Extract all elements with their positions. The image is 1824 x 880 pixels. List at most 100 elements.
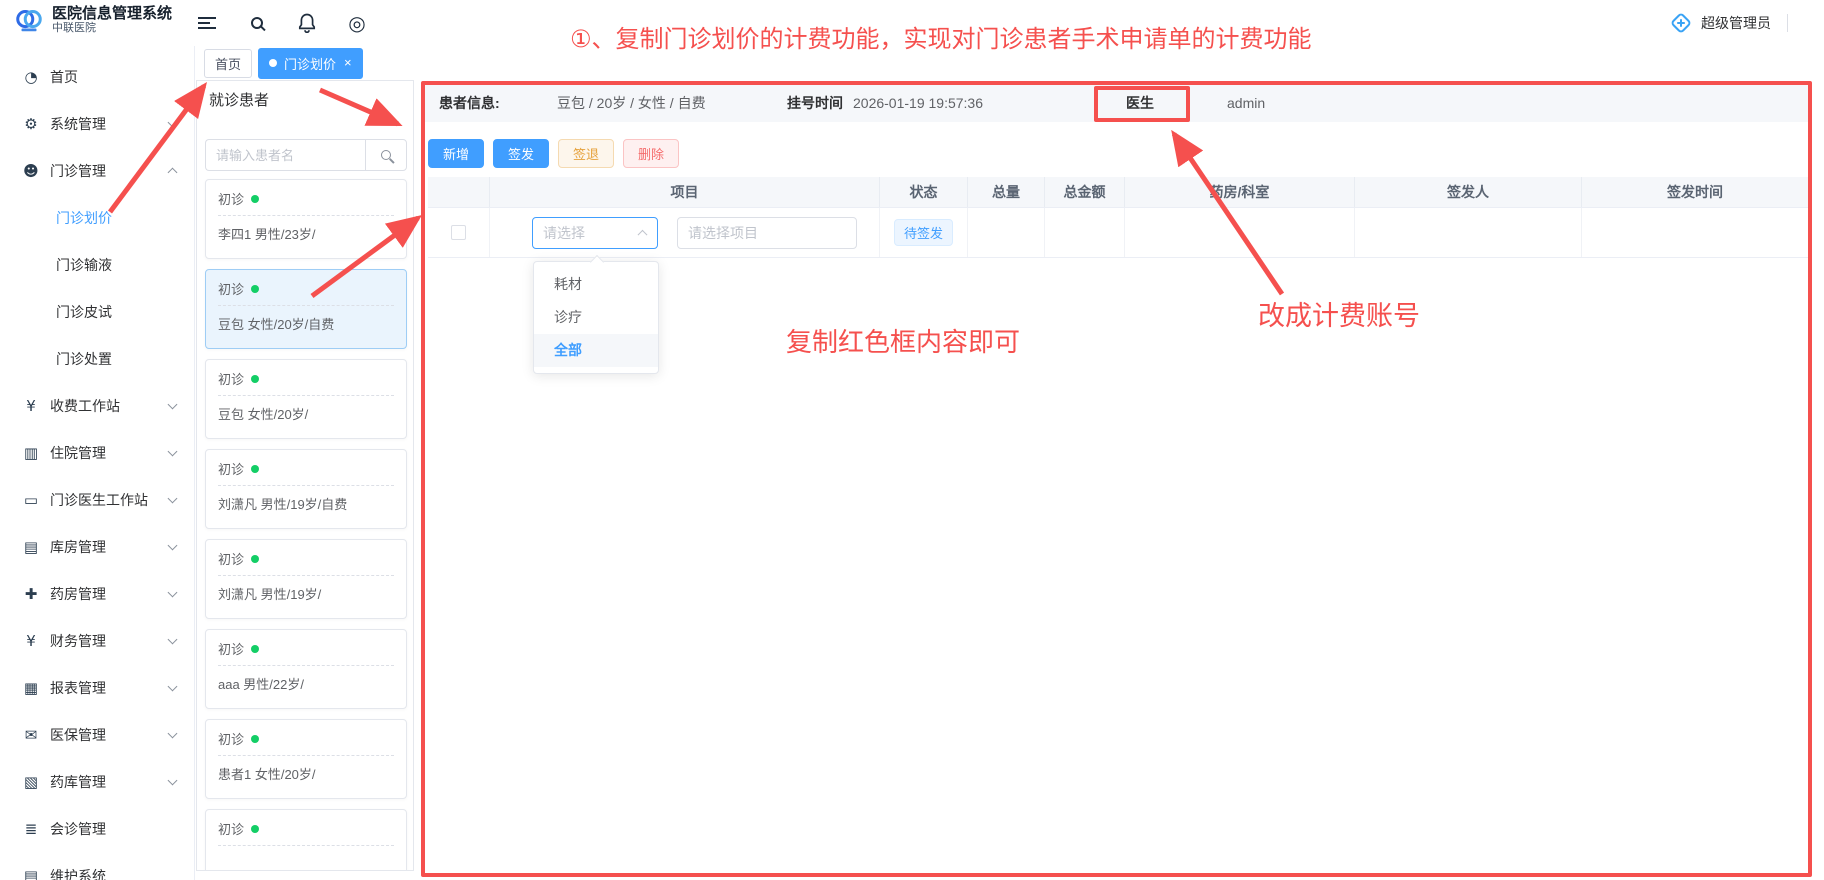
reg-time-label: 挂号时间: [787, 84, 843, 122]
patient-search-button[interactable]: [365, 139, 407, 171]
sidebar-item-warehouse-mgmt[interactable]: ▤库房管理: [0, 523, 194, 570]
dropdown-option-consumable[interactable]: 耗材: [534, 268, 658, 301]
sidebar-item-inpatient-mgmt[interactable]: ▥住院管理: [0, 429, 194, 476]
sidebar-subitem-outpatient-skin-test[interactable]: 门诊皮试: [0, 288, 194, 335]
col-item: 项目: [490, 177, 880, 207]
col-issuer: 签发人: [1355, 177, 1582, 207]
issue-button[interactable]: 签发: [493, 139, 549, 168]
patient-info-bar: 患者信息: 豆包 / 20岁 / 女性 / 自费 挂号时间 2026-01-19…: [425, 84, 1808, 122]
sidebar-item-charging-station[interactable]: ¥收费工作站: [0, 382, 194, 429]
chevron-down-icon: [168, 446, 178, 456]
top-bar: 医院信息管理系统 中联医院 ◎ 超级管理员: [0, 0, 1824, 46]
tab-home[interactable]: 首页: [204, 49, 252, 78]
patient-list-panel: 就诊患者 初诊 李四1 男性/23岁/ 初诊 豆包 女性/20岁/自费 初诊 豆…: [196, 80, 414, 871]
status-dot: [251, 555, 259, 563]
image-icon: ▧: [22, 773, 40, 791]
chevron-down-icon: [168, 681, 178, 691]
tab-outpatient-pricing[interactable]: 门诊划价 ×: [258, 48, 363, 79]
dropdown-option-treatment[interactable]: 诊疗: [534, 301, 658, 334]
logo-icon: [14, 5, 44, 35]
bell-icon[interactable]: [296, 12, 318, 34]
sidebar-item-finance-mgmt[interactable]: ¥财务管理: [0, 617, 194, 664]
active-tab-dot: [269, 59, 277, 67]
doctor-label: 医生: [1126, 84, 1154, 122]
patient-info-value: 豆包 / 20岁 / 女性 / 自费: [557, 84, 706, 122]
sidebar-item-outpatient-mgmt[interactable]: ☻门诊管理: [0, 147, 194, 194]
menu-collapse-icon[interactable]: [196, 12, 218, 34]
chevron-down-icon: [168, 493, 178, 503]
billing-table: 项目 状态 总量 总金额 药房/科室 签发人 签发时间 请选择 待签发: [428, 177, 1808, 258]
sidebar-item-pharmacy-mgmt[interactable]: ✚药房管理: [0, 570, 194, 617]
chevron-up-icon: [638, 229, 648, 239]
status-dot: [251, 645, 259, 653]
sidebar-item-system-mgmt[interactable]: ⚙系统管理: [0, 100, 194, 147]
yen-icon: ¥: [22, 632, 40, 650]
chevron-down-icon: [168, 587, 178, 597]
patient-card[interactable]: 初诊 刘潇凡 男性/19岁/自费: [205, 449, 407, 529]
col-checkbox: [428, 177, 490, 207]
pharmacy-cross-icon: ✚: [22, 585, 40, 603]
sidebar-subitem-outpatient-pricing[interactable]: 门诊划价: [0, 194, 194, 241]
col-issue-time: 签发时间: [1582, 177, 1808, 207]
dropdown-option-all[interactable]: 全部: [534, 334, 658, 367]
chevron-down-icon: [168, 540, 178, 550]
sidebar-subitem-outpatient-infusion[interactable]: 门诊输液: [0, 241, 194, 288]
sidebar-item-doctor-station[interactable]: ▭门诊医生工作站: [0, 476, 194, 523]
medical-cross-icon: [1669, 11, 1693, 35]
doctor-value: admin: [1227, 84, 1265, 122]
sidebar-item-insurance-mgmt[interactable]: ✉医保管理: [0, 711, 194, 758]
reg-time-value: 2026-01-19 19:57:36: [853, 84, 983, 122]
gear-icon: ⚙: [22, 115, 40, 133]
dashboard-icon: ◔: [22, 68, 40, 86]
patient-card[interactable]: 初诊 刘潇凡 男性/19岁/: [205, 539, 407, 619]
settings-icon[interactable]: ◎: [346, 12, 368, 34]
list-icon: ≣: [22, 820, 40, 838]
status-dot: [251, 375, 259, 383]
user-badge[interactable]: 超级管理员: [1669, 0, 1788, 46]
patient-card[interactable]: 初诊: [205, 809, 407, 871]
chevron-down-icon: [168, 117, 178, 127]
toolbar: 新增 签发 签退 删除: [428, 139, 688, 168]
status-dot: [251, 735, 259, 743]
sidebar-item-maintenance[interactable]: ▤维护系统: [0, 852, 194, 880]
annotation-note-account: 改成计费账号: [1258, 294, 1420, 333]
patient-card[interactable]: 初诊 aaa 男性/22岁/: [205, 629, 407, 709]
status-badge: 待签发: [894, 219, 953, 246]
tab-bar: 首页 门诊划价 ×: [196, 48, 363, 78]
document-icon: ▤: [22, 538, 40, 556]
outpatient-user-icon: ☻: [22, 162, 40, 180]
sidebar-item-home[interactable]: ◔首页: [0, 53, 194, 100]
monitor-icon: ▭: [22, 491, 40, 509]
app-logo: 医院信息管理系统 中联医院: [14, 5, 172, 35]
item-name-input[interactable]: [677, 217, 857, 249]
add-button[interactable]: 新增: [428, 139, 484, 168]
report-icon: ▦: [22, 679, 40, 697]
close-icon[interactable]: ×: [344, 58, 352, 68]
sidebar-subitem-outpatient-disposal[interactable]: 门诊处置: [0, 335, 194, 382]
patient-card[interactable]: 初诊 豆包 女性/20岁/: [205, 359, 407, 439]
chevron-down-icon: [168, 775, 178, 785]
patient-card[interactable]: 初诊 李四1 男性/23岁/: [205, 179, 407, 259]
patient-search-input[interactable]: [205, 139, 365, 171]
search-icon[interactable]: [246, 12, 268, 34]
patient-card[interactable]: 初诊 患者1 女性/20岁/: [205, 719, 407, 799]
sidebar-item-report-mgmt[interactable]: ▦报表管理: [0, 664, 194, 711]
revoke-button[interactable]: 签退: [558, 139, 614, 168]
sidebar-item-consultation-mgmt[interactable]: ≣会诊管理: [0, 805, 194, 852]
patient-card-selected[interactable]: 初诊 豆包 女性/20岁/自费: [205, 269, 407, 349]
sidebar-nav: ◔首页 ⚙系统管理 ☻门诊管理 门诊划价 门诊输液 门诊皮试 门诊处置 ¥收费工…: [0, 46, 195, 880]
col-total-qty: 总量: [968, 177, 1045, 207]
table-header-row: 项目 状态 总量 总金额 药房/科室 签发人 签发时间: [428, 177, 1808, 208]
col-status: 状态: [880, 177, 968, 207]
hospital-his-app: 医院信息管理系统 中联医院 ◎ 超级管理员 ◔首页 ⚙系统管理 ☻门诊管理: [0, 0, 1824, 880]
col-pharmacy-dept: 药房/科室: [1125, 177, 1355, 207]
app-title: 医院信息管理系统: [52, 5, 172, 22]
item-type-select[interactable]: 请选择: [532, 217, 658, 249]
row-checkbox[interactable]: [451, 225, 466, 240]
sidebar-item-drug-store-mgmt[interactable]: ▧药库管理: [0, 758, 194, 805]
col-total-amount: 总金额: [1045, 177, 1125, 207]
wrench-icon: ▤: [22, 867, 40, 880]
yen-icon: ¥: [22, 397, 40, 415]
delete-button[interactable]: 删除: [623, 139, 679, 168]
divider: [1787, 14, 1788, 32]
